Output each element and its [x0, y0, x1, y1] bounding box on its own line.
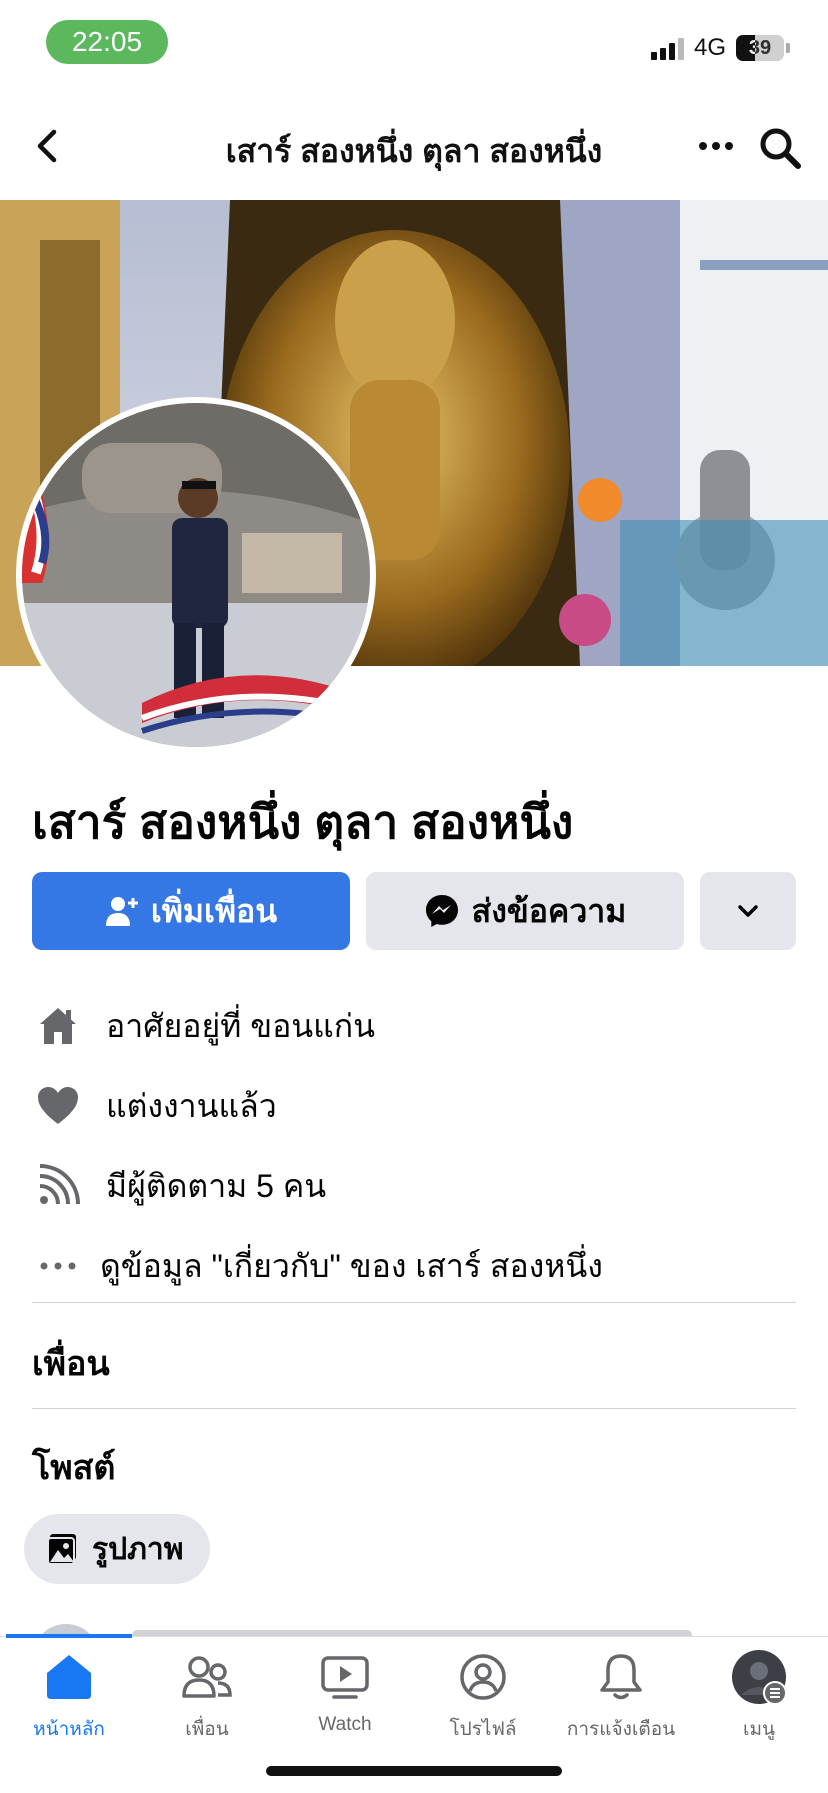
nav-item-menu[interactable]: เมนู	[690, 1646, 828, 1746]
nav-item-notifications[interactable]: การแจ้งเตือน	[552, 1646, 690, 1746]
nav-item-watch[interactable]: Watch	[276, 1646, 414, 1746]
followers-text: มีผู้ติดตาม 5 คน	[106, 1167, 327, 1204]
nav-label-menu: เมนู	[742, 1719, 775, 1740]
more-actions-button[interactable]	[700, 872, 796, 950]
active-tab-indicator	[6, 1634, 132, 1638]
profile-icon	[460, 1654, 506, 1700]
add-friend-label: เพิ่มเพื่อน	[150, 892, 278, 929]
about-text: ดูข้อมูล "เกี่ยวกับ" ของ เสาร์ สองหนึ่ง	[100, 1247, 603, 1284]
profile-name: เสาร์ สองหนึ่ง ตุลา สองหนึ่ง	[32, 796, 574, 848]
nav-label-notifications: การแจ้งเตือน	[566, 1719, 676, 1740]
ellipsis-icon	[699, 142, 733, 150]
friends-icon	[182, 1656, 232, 1698]
watch-icon	[321, 1656, 369, 1699]
message-button[interactable]: ส่งข้อความ	[366, 872, 684, 950]
network-type: 4G	[693, 34, 726, 61]
info-followers: มีผู้ติดตาม 5 คน	[32, 1160, 326, 1212]
info-relationship: แต่งงานแล้ว	[32, 1080, 277, 1132]
menu-avatar-icon	[732, 1650, 787, 1705]
rss-icon	[39, 1164, 80, 1205]
avatar-image	[22, 403, 370, 747]
nav-item-home[interactable]: หน้าหลัก	[0, 1646, 138, 1746]
nav-label-profile: โปรไฟล์	[449, 1719, 517, 1740]
info-lives-in: อาศัยอยู่ที่ ขอนแก่น	[32, 1000, 375, 1052]
heart-icon	[38, 1087, 78, 1124]
home-indicator	[266, 1766, 562, 1776]
battery-icon: 39	[736, 35, 784, 61]
home-icon	[40, 1008, 76, 1044]
profile-avatar[interactable]	[16, 397, 376, 753]
nav-label-watch: Watch	[318, 1714, 372, 1735]
divider	[32, 1302, 796, 1303]
ellipsis-icon	[40, 1262, 76, 1270]
bell-icon	[600, 1654, 642, 1700]
relationship-text: แต่งงานแล้ว	[106, 1087, 277, 1124]
photos-label: รูปภาพ	[92, 1532, 184, 1566]
add-friend-icon	[105, 897, 138, 926]
about-link[interactable]: ดูข้อมูล "เกี่ยวกับ" ของ เสาร์ สองหนึ่ง	[32, 1240, 603, 1292]
status-indicators: 4G 39	[650, 34, 790, 62]
nav-label-home: หน้าหลัก	[33, 1719, 105, 1740]
battery-level: 39	[748, 36, 772, 59]
lives-in-text: อาศัยอยู่ที่ ขอนแก่น	[106, 1007, 376, 1044]
nav-item-profile[interactable]: โปรไฟล์	[414, 1646, 552, 1746]
chevron-down-icon	[738, 905, 758, 917]
status-time: 22:05	[46, 20, 168, 64]
messenger-icon	[425, 895, 458, 927]
search-button[interactable]	[758, 126, 802, 170]
signal-icon	[650, 36, 684, 60]
photos-chip[interactable]: รูปภาพ	[24, 1514, 210, 1584]
photos-icon	[47, 1534, 76, 1565]
message-label: ส่งข้อความ	[471, 892, 627, 929]
nav-item-friends[interactable]: เพื่อน	[138, 1646, 276, 1746]
nav-label-friends: เพื่อน	[185, 1719, 229, 1740]
more-options-button[interactable]	[698, 132, 734, 160]
posts-section-title: โพสต์	[32, 1449, 116, 1487]
add-friend-button[interactable]: เพิ่มเพื่อน	[32, 872, 350, 950]
search-icon	[760, 128, 801, 169]
home-icon	[47, 1655, 91, 1699]
friends-section-title[interactable]: เพื่อน	[32, 1336, 110, 1390]
divider	[32, 1408, 796, 1409]
